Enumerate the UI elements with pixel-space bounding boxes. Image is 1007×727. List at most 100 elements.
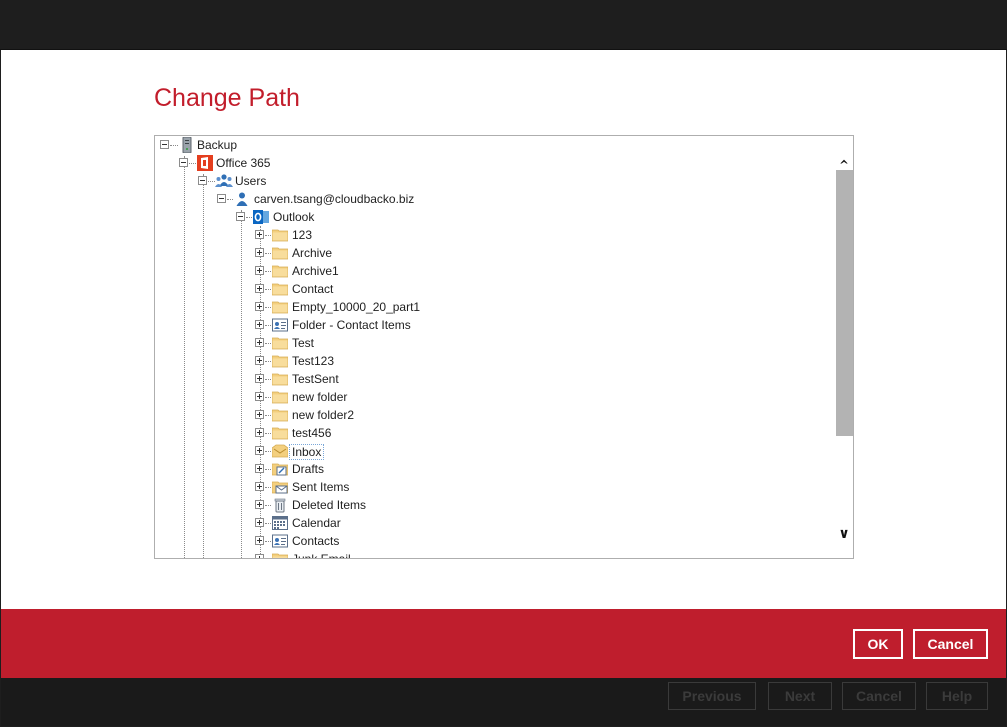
office365-icon (197, 155, 213, 171)
next-button: Next (768, 682, 832, 710)
tree-node-label: TestSent (292, 372, 339, 386)
tree-node-label: Empty_10000_20_part1 (292, 300, 421, 314)
sent-items-icon (271, 479, 289, 495)
scroll-thumb[interactable] (836, 170, 853, 436)
collapse-toggle[interactable] (198, 176, 207, 185)
tree-node-label: Drafts (292, 462, 325, 476)
expand-toggle[interactable] (255, 536, 264, 545)
tree-node-label: new folder2 (292, 408, 355, 422)
tree-node-label: test456 (292, 426, 332, 440)
tree-node-folder[interactable]: TestSent (155, 370, 515, 388)
top-bar (0, 0, 1007, 50)
trash-icon (272, 497, 288, 513)
expand-toggle[interactable] (255, 410, 264, 419)
dialog-title: Change Path (154, 84, 300, 112)
tree-node-folder[interactable]: Calendar (155, 514, 515, 532)
expand-toggle[interactable] (255, 248, 264, 257)
tree-node-label: Archive1 (292, 264, 339, 278)
tree-node-folder[interactable]: Folder - Contact Items (155, 316, 515, 334)
tree-node-label: Deleted Items (292, 498, 367, 512)
tree-node-folder[interactable]: new folder (155, 388, 515, 406)
contact-card-icon (272, 533, 288, 549)
tree-node-folder[interactable]: Drafts (155, 460, 515, 478)
collapse-toggle[interactable] (179, 158, 188, 167)
cancel-button[interactable]: Cancel (913, 629, 988, 659)
expand-toggle[interactable] (255, 500, 264, 509)
tree-node-folder[interactable]: Archive1 (155, 262, 515, 280)
expand-toggle[interactable] (255, 374, 264, 383)
tree-node-folder[interactable]: Sent Items (155, 478, 515, 496)
tree-node-folder[interactable]: Contacts (155, 532, 515, 550)
expand-toggle[interactable] (255, 482, 264, 491)
folder-icon (271, 227, 289, 243)
folder-icon (271, 281, 289, 297)
tree-node-folder[interactable]: Junk Email (155, 550, 515, 558)
folder-icon (271, 353, 289, 369)
change-path-dialog: Change Path Backup Office 365 Users carv… (1, 50, 1006, 609)
background-wizard-bar: Previous Next Cancel Help (1, 678, 1006, 726)
expand-toggle[interactable] (255, 320, 264, 329)
collapse-toggle[interactable] (217, 194, 226, 203)
tree-scrollbar[interactable]: ‸ ∨ (835, 136, 853, 558)
collapse-toggle[interactable] (160, 140, 169, 149)
folder-icon (271, 407, 289, 423)
expand-toggle[interactable] (255, 356, 264, 365)
tree-content: Backup Office 365 Users carven.tsang@clo… (155, 136, 835, 558)
tree-node-folder[interactable]: Empty_10000_20_part1 (155, 298, 515, 316)
tree-node-folder[interactable]: Deleted Items (155, 496, 515, 514)
drafts-icon (271, 461, 289, 477)
tree-node-label: Office 365 (216, 156, 271, 170)
tree-node-folder[interactable]: Test (155, 334, 515, 352)
tree-node-label: Outlook (273, 210, 315, 224)
expand-toggle[interactable] (255, 266, 264, 275)
tree-node-office365[interactable]: Office 365 (155, 154, 455, 172)
tree-node-folder[interactable]: 123 (155, 226, 515, 244)
scroll-up-arrow-icon[interactable]: ‸ (837, 149, 851, 163)
tree-node-user[interactable]: carven.tsang@cloudbacko.biz (155, 190, 485, 208)
tree-node-folder[interactable]: Contact (155, 280, 515, 298)
help-button: Help (926, 682, 988, 710)
folder-icon (271, 263, 289, 279)
tree-node-label: Junk Email (292, 552, 351, 558)
background-cancel-button: Cancel (842, 682, 916, 710)
collapse-toggle[interactable] (236, 212, 245, 221)
dialog-footer: OK Cancel (1, 609, 1006, 678)
inbox-icon (271, 443, 289, 459)
outlook-icon (253, 209, 269, 225)
folder-icon (271, 335, 289, 351)
tree-node-folder[interactable]: Inbox (155, 442, 515, 460)
tree-node-folder[interactable]: test456 (155, 424, 515, 442)
expand-toggle[interactable] (255, 392, 264, 401)
expand-toggle[interactable] (255, 428, 264, 437)
tree-node-label: Archive (292, 246, 333, 260)
tree-node-folder[interactable]: Archive (155, 244, 515, 262)
tree-node-outlook[interactable]: Outlook (155, 208, 455, 226)
user-icon (234, 191, 250, 207)
tree-node-label: new folder (292, 390, 348, 404)
tree-node-label: Backup (197, 138, 238, 152)
expand-toggle[interactable] (255, 554, 264, 558)
previous-button: Previous (668, 682, 756, 710)
tree-node-label: Contacts (292, 534, 340, 548)
tree-node-folder[interactable]: Test123 (155, 352, 515, 370)
folder-tree[interactable]: Backup Office 365 Users carven.tsang@clo… (154, 135, 854, 559)
tree-node-label: Sent Items (292, 480, 350, 494)
expand-toggle[interactable] (255, 338, 264, 347)
expand-toggle[interactable] (255, 464, 264, 473)
tree-node-folder[interactable]: new folder2 (155, 406, 515, 424)
folder-icon (271, 425, 289, 441)
tree-node-users[interactable]: Users (155, 172, 455, 190)
expand-toggle[interactable] (255, 284, 264, 293)
server-icon (179, 136, 195, 154)
expand-toggle[interactable] (255, 518, 264, 527)
folder-icon (271, 389, 289, 405)
tree-node-label: Inbox (289, 444, 325, 460)
expand-toggle[interactable] (255, 446, 264, 455)
tree-node-backup[interactable]: Backup (155, 136, 455, 154)
scroll-down-arrow-icon[interactable]: ∨ (837, 527, 851, 541)
ok-button[interactable]: OK (853, 629, 903, 659)
tree-node-label: carven.tsang@cloudbacko.biz (254, 192, 415, 206)
folder-icon (271, 371, 289, 387)
expand-toggle[interactable] (255, 230, 264, 239)
expand-toggle[interactable] (255, 302, 264, 311)
